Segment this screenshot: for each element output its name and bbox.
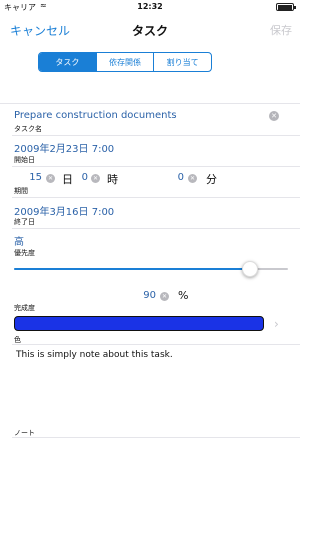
end-date-label: 終了日 bbox=[14, 218, 35, 226]
end-date-field[interactable]: 2009年3月16日 7:00 bbox=[14, 203, 114, 218]
start-date-label: 開始日 bbox=[14, 156, 35, 164]
completion-field[interactable]: 90 bbox=[136, 290, 156, 301]
priority-field[interactable]: 高 bbox=[14, 233, 24, 248]
task-name-label: タスク名 bbox=[14, 125, 42, 133]
completion-slider-thumb[interactable] bbox=[241, 261, 258, 277]
status-time: 12:32 bbox=[137, 2, 163, 11]
divider bbox=[0, 103, 300, 104]
priority-label: 優先度 bbox=[14, 249, 35, 257]
period-minutes-field[interactable]: 0 bbox=[168, 172, 184, 183]
battery-icon bbox=[276, 3, 296, 11]
divider bbox=[12, 197, 300, 198]
completion-unit: % bbox=[178, 289, 189, 302]
completion-label: 完成度 bbox=[14, 304, 35, 312]
period-hours-field[interactable]: 0 bbox=[72, 172, 88, 183]
tab-segmented-control: タスク 依存関係 割り当て bbox=[38, 52, 212, 72]
divider bbox=[12, 166, 300, 167]
tab-task[interactable]: タスク bbox=[39, 53, 96, 71]
page-title: タスク bbox=[131, 24, 168, 38]
clear-icon[interactable]: ✕ bbox=[269, 111, 279, 121]
save-button[interactable]: 保存 bbox=[270, 22, 292, 38]
navigation-bar: キャンセル タスク 保存 bbox=[0, 14, 300, 46]
color-swatch[interactable] bbox=[14, 316, 264, 331]
start-date-field[interactable]: 2009年2月23日 7:00 bbox=[14, 140, 114, 155]
clear-icon[interactable]: ✕ bbox=[46, 174, 55, 183]
tab-dependencies[interactable]: 依存関係 bbox=[95, 53, 154, 71]
divider bbox=[12, 135, 300, 136]
status-bar: キャリア ≈ 12:32 bbox=[0, 0, 300, 14]
note-field[interactable]: This is simply note about this task. bbox=[16, 350, 173, 360]
period-hours-unit: 時 bbox=[107, 173, 118, 186]
divider bbox=[12, 437, 300, 438]
divider bbox=[12, 344, 300, 345]
completion-slider-fill bbox=[14, 268, 250, 270]
period-days-field[interactable]: 15 bbox=[22, 172, 42, 183]
clear-icon[interactable]: ✕ bbox=[188, 174, 197, 183]
period-minutes-unit: 分 bbox=[206, 173, 217, 186]
chevron-right-icon[interactable]: › bbox=[274, 317, 279, 331]
task-name-field[interactable]: Prepare construction documents bbox=[14, 110, 177, 121]
divider bbox=[12, 228, 300, 229]
clear-icon[interactable]: ✕ bbox=[91, 174, 100, 183]
tab-assignments[interactable]: 割り当て bbox=[153, 53, 211, 71]
clear-icon[interactable]: ✕ bbox=[160, 292, 169, 301]
period-label: 期間 bbox=[14, 187, 28, 195]
